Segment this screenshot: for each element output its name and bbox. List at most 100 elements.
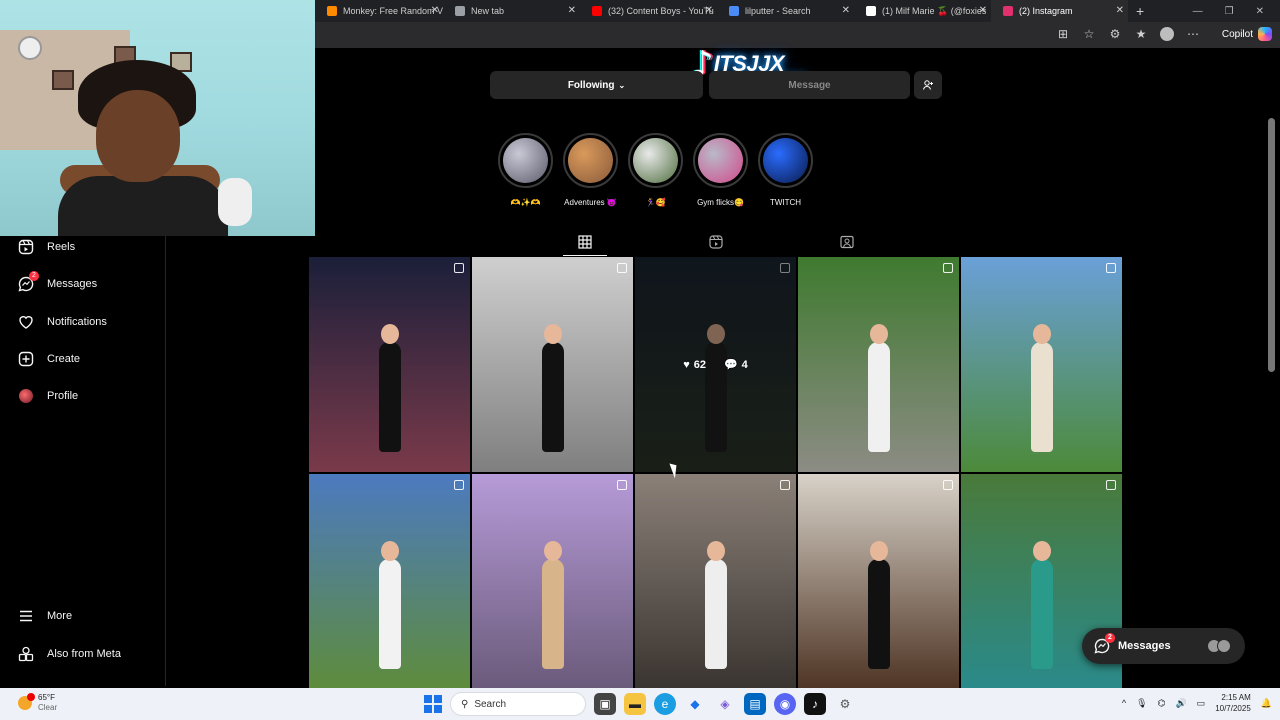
- close-window-icon[interactable]: ✕: [1256, 6, 1264, 17]
- edge-icon[interactable]: e: [654, 693, 676, 715]
- post-thumbnail[interactable]: [798, 474, 959, 689]
- post-grid: ♥ 62 💬 4: [309, 257, 1123, 689]
- browser-tab[interactable]: (32) Content Boys - YouTu ✕: [580, 0, 717, 22]
- close-tab-icon[interactable]: ✕: [979, 5, 987, 16]
- highlight-item[interactable]: 🏃‍♀️🥰: [628, 133, 683, 207]
- instagram-favicon: [1003, 6, 1013, 16]
- post-thumbnail[interactable]: [309, 257, 470, 472]
- window-controls: — ❐ ✕: [1193, 0, 1280, 22]
- toolbar-icons: ⊞ ☆ ⚙ ★ ⋯: [1056, 27, 1200, 44]
- post-thumbnail[interactable]: [961, 257, 1122, 472]
- messages-drawer-button[interactable]: 2 Messages: [1082, 628, 1245, 664]
- sidebar-item-create[interactable]: Create: [18, 347, 80, 371]
- webcam-plush-toy: [218, 178, 252, 226]
- tab-tagged[interactable]: [825, 228, 869, 256]
- sidebar-item-profile[interactable]: Profile: [18, 384, 78, 408]
- new-tab-icon[interactable]: +: [1136, 3, 1144, 19]
- tiktok-app-icon[interactable]: ♪: [804, 693, 826, 715]
- page-scrollbar[interactable]: [1268, 118, 1275, 372]
- reels-icon: [18, 239, 34, 255]
- sidebar-item-messages[interactable]: 2 Messages: [18, 271, 97, 296]
- highlight-ring: [628, 133, 683, 188]
- highlight-ring: [693, 133, 748, 188]
- sidebar-item-more[interactable]: More: [18, 604, 72, 628]
- copilot-button[interactable]: Copilot: [1222, 27, 1272, 41]
- post-thumbnail[interactable]: [635, 474, 796, 689]
- tab-reels[interactable]: [694, 228, 738, 256]
- discord-icon[interactable]: ◉: [774, 693, 796, 715]
- close-tab-icon[interactable]: ✕: [431, 5, 439, 16]
- close-tab-icon[interactable]: ✕: [1116, 5, 1124, 16]
- extensions-icon[interactable]: ⚙: [1108, 27, 1122, 44]
- sidebar-item-label: Reels: [47, 241, 76, 253]
- highlight-item[interactable]: TWITCH: [758, 133, 813, 207]
- clock[interactable]: 2:15 AM 10/7/2025: [1215, 692, 1251, 714]
- store-icon[interactable]: ▤: [744, 693, 766, 715]
- browser-tab-active[interactable]: (2) Instagram ✕: [991, 0, 1128, 22]
- browser-tab[interactable]: Monkey: Free Random Vid ✕: [315, 0, 443, 22]
- photo-subject: [378, 342, 401, 452]
- meta-apps-icon: [18, 646, 34, 662]
- settings-icon[interactable]: ⚙: [834, 693, 856, 715]
- split-screen-icon[interactable]: ⊞: [1056, 27, 1070, 44]
- notifications-center-icon[interactable]: 🔔: [1261, 698, 1272, 709]
- carousel-icon: [454, 480, 464, 490]
- post-thumbnail[interactable]: [472, 257, 633, 472]
- tab-posts[interactable]: [563, 228, 607, 256]
- highlight-item[interactable]: Adventures 😈: [563, 133, 618, 207]
- close-tab-icon[interactable]: ✕: [568, 5, 576, 16]
- suggested-users-button[interactable]: [914, 71, 942, 99]
- sidebar-item-reels[interactable]: Reels: [18, 235, 75, 259]
- highlight-ring: [498, 133, 553, 188]
- restore-icon[interactable]: ❐: [1225, 6, 1234, 17]
- photo-subject: [378, 559, 401, 669]
- windows-start-icon[interactable]: [424, 695, 442, 713]
- menu-icon: [18, 608, 34, 624]
- taskbar-search[interactable]: ⚲ Search: [450, 692, 586, 716]
- copilot-app-icon[interactable]: ◆: [684, 693, 706, 715]
- close-tab-icon[interactable]: ✕: [842, 5, 850, 16]
- plus-square-icon: [18, 351, 34, 367]
- sidebar-item-also-from-meta[interactable]: Also from Meta: [18, 642, 121, 666]
- highlight-item[interactable]: 🫶✨🫶: [498, 133, 553, 207]
- more-options-icon[interactable]: ⋯: [1186, 27, 1200, 44]
- grid-icon: [578, 234, 592, 249]
- browser-profile-avatar[interactable]: [1160, 27, 1174, 44]
- browser-tab[interactable]: New tab ✕: [443, 0, 580, 22]
- reels-icon: [709, 235, 723, 249]
- favorites-icon[interactable]: ★: [1134, 27, 1148, 44]
- file-explorer-icon[interactable]: ▬: [624, 693, 646, 715]
- photos-icon[interactable]: ◈: [714, 693, 736, 715]
- post-thumbnail[interactable]: [472, 474, 633, 689]
- tagged-icon: [840, 235, 854, 249]
- close-tab-icon[interactable]: ✕: [705, 5, 713, 16]
- post-thumbnail[interactable]: ♥ 62 💬 4: [635, 257, 796, 472]
- messages-badge: 2: [1105, 633, 1115, 643]
- highlight-cover: [698, 138, 743, 183]
- microphone-icon[interactable]: 🎙: [1136, 698, 1147, 709]
- sidebar-item-notifications[interactable]: Notifications: [18, 310, 107, 334]
- volume-icon[interactable]: 🔊: [1175, 698, 1186, 709]
- post-thumbnail[interactable]: [798, 257, 959, 472]
- battery-icon[interactable]: ▭: [1197, 698, 1206, 709]
- sidebar-item-label: Profile: [47, 390, 79, 402]
- carousel-icon: [1106, 263, 1116, 273]
- minimize-icon[interactable]: —: [1193, 6, 1203, 17]
- carousel-icon: [1106, 480, 1116, 490]
- task-view-icon[interactable]: ▣: [594, 693, 616, 715]
- message-button[interactable]: Message: [709, 71, 910, 99]
- browser-tab[interactable]: lilputter - Search ✕: [717, 0, 854, 22]
- photo-subject: [541, 342, 564, 452]
- browser-tab[interactable]: (1) Milf Marie 🍒 (@foxies ✕: [854, 0, 991, 22]
- tray-overflow-icon[interactable]: ^: [1122, 698, 1126, 708]
- tab-title: New tab: [471, 6, 505, 16]
- weather-widget[interactable]: 65°F Clear: [18, 693, 57, 713]
- favorite-star-icon[interactable]: ☆: [1082, 27, 1096, 44]
- post-thumbnail[interactable]: [309, 474, 470, 689]
- profile-tabs: [309, 228, 1123, 256]
- message-label: Message: [788, 79, 831, 91]
- network-icon[interactable]: ⌬: [1158, 698, 1166, 709]
- carousel-icon: [943, 263, 953, 273]
- highlight-item[interactable]: Gym flicks😋: [693, 133, 748, 207]
- following-button[interactable]: Following ⌄: [490, 71, 703, 99]
